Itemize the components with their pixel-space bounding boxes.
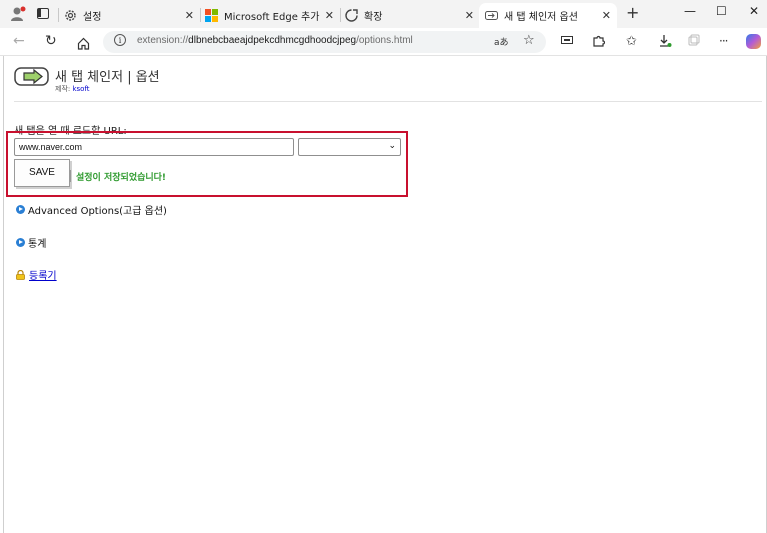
save-status-message: 설정이 저장되었습니다! (76, 173, 167, 183)
minimize-button[interactable]: — (684, 4, 696, 18)
favorite-star-icon[interactable]: ☆ (523, 33, 535, 48)
tab-label: Microsoft Edge 추가 기능 (224, 12, 320, 23)
gear-icon (64, 9, 77, 22)
stats-toggle[interactable]: 통계 (16, 235, 46, 250)
address-bar[interactable]: i extension://dlbnebcbaeajdpekcdhmcgdhoo… (103, 31, 546, 53)
more-menu-icon[interactable]: ··· (719, 34, 729, 48)
header-divider (14, 101, 762, 102)
tab-edge-addons[interactable]: Microsoft Edge 추가 기능 ✕ (205, 3, 338, 28)
read-aloud-icon[interactable]: aあ (494, 35, 509, 48)
expand-arrow-icon (16, 205, 25, 214)
divider (69, 170, 71, 182)
author-prefix: 제작: (55, 85, 71, 93)
url-host: dlbnebcbaeajdpekcdhmcgdhoodcjpeg (188, 35, 357, 46)
back-icon[interactable]: ← (13, 33, 25, 49)
profile-avatar[interactable] (10, 6, 26, 22)
tab-label: 새 탭 체인저 옵션 (504, 12, 578, 23)
tab-label: 확장 (364, 12, 383, 23)
extension-tab-icon (485, 9, 498, 22)
chevron-down-icon: ⌄ (388, 141, 396, 151)
tab-label: 설정 (83, 12, 102, 23)
close-tab-icon[interactable]: ✕ (185, 9, 194, 22)
author-link[interactable]: ksoft (72, 85, 89, 93)
tab-extensions[interactable]: 확장 ✕ (345, 3, 478, 28)
new-tab-url-input[interactable] (14, 138, 294, 156)
close-tab-icon[interactable]: ✕ (602, 9, 611, 22)
register-link[interactable]: 등록기 (29, 267, 57, 282)
expand-arrow-icon (16, 238, 25, 247)
advanced-options-label: Advanced Options(고급 옵션) (28, 206, 167, 217)
site-info-icon[interactable]: i (114, 34, 126, 46)
url-path: /options.html (356, 35, 413, 46)
advanced-options-toggle[interactable]: Advanced Options(고급 옵션) (16, 202, 167, 217)
url-preset-select[interactable]: ⌄ (298, 138, 401, 156)
favorites-icon[interactable]: ✩ (626, 34, 637, 49)
extensions-icon[interactable] (592, 34, 606, 50)
collections-icon[interactable] (688, 34, 700, 49)
tab-new-tab-changer-options[interactable]: 새 탭 체인저 옵션 ✕ (479, 3, 617, 28)
tab-bar: 설정 ✕ Microsoft Edge 추가 기능 ✕ 확장 ✕ 새 탭 체인저… (0, 0, 767, 28)
refresh-icon[interactable]: ↻ (45, 33, 57, 49)
address-url[interactable]: extension://dlbnebcbaeajdpekcdhmcgdhoodc… (137, 35, 413, 46)
split-screen-icon[interactable] (561, 34, 573, 49)
downloads-icon[interactable] (658, 34, 672, 51)
save-button[interactable]: SAVE (14, 159, 70, 187)
tab-settings[interactable]: 설정 ✕ (64, 3, 198, 28)
url-scheme: extension:// (137, 35, 189, 46)
browser-toolbar: ← ↻ i extension://dlbnebcbaeajdpekcdhmcg… (0, 28, 767, 56)
extension-puzzle-icon (345, 9, 358, 22)
close-tab-icon[interactable]: ✕ (321, 9, 334, 22)
maximize-button[interactable]: ☐ (716, 4, 727, 18)
home-icon[interactable] (77, 35, 90, 54)
app-logo-icon (14, 66, 50, 92)
stats-label: 통계 (28, 239, 47, 250)
lock-icon (16, 269, 25, 280)
new-tab-button[interactable]: + (626, 3, 639, 22)
close-window-button[interactable]: ✕ (749, 4, 759, 18)
microsoft-logo-icon (205, 9, 218, 22)
page-title: 새 탭 체인저 | 옵션 (55, 70, 160, 85)
workspaces-icon[interactable] (37, 8, 49, 19)
author-line: 제작: ksoft (55, 84, 90, 94)
register-row: 등록기 (16, 267, 57, 282)
options-page: 새 탭 체인저 | 옵션 제작: ksoft 새 탭을 열 때 로드할 URL:… (3, 56, 767, 533)
copilot-icon[interactable] (746, 34, 761, 49)
close-tab-icon[interactable]: ✕ (465, 9, 474, 22)
